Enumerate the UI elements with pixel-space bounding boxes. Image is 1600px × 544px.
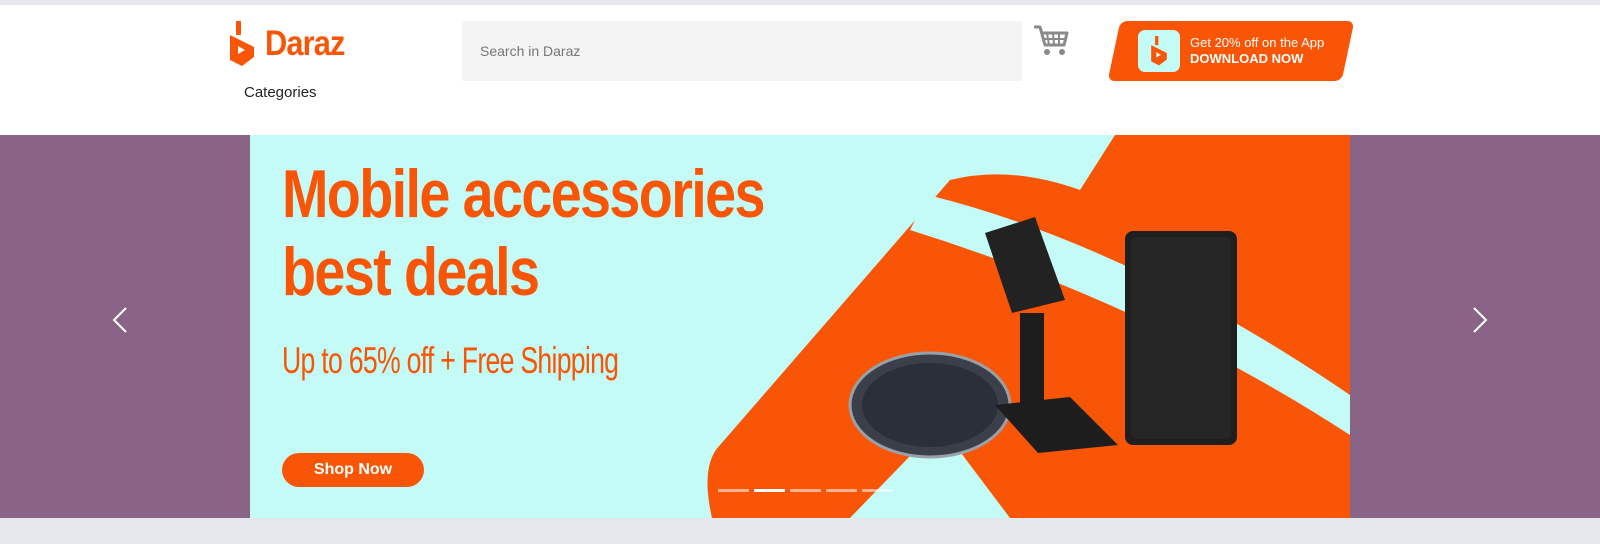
daraz-logo-icon — [230, 21, 254, 66]
carousel-dot[interactable] — [826, 489, 857, 492]
site-header: Daraz Categories Get 20% off on the App … — [0, 5, 1600, 135]
app-download-banner[interactable]: Get 20% off on the App DOWNLOAD NOW — [1102, 21, 1355, 81]
promo-subline: Up to 65% off + Free Shipping — [282, 340, 619, 381]
chevron-left-icon — [112, 307, 127, 333]
cart-button[interactable] — [1032, 23, 1070, 57]
promo-headline: Mobile accessories best deals — [282, 155, 766, 311]
page-bottom-area — [0, 518, 1600, 544]
brand-name: Daraz — [265, 24, 345, 63]
carousel-prev-button[interactable] — [105, 300, 135, 340]
hero-carousel: Mobile accessories best deals Up to 65% … — [0, 135, 1600, 518]
app-promo-line1: Get 20% off on the App — [1190, 35, 1325, 50]
carousel-slide[interactable]: Mobile accessories best deals Up to 65% … — [250, 135, 1350, 518]
shop-now-button[interactable]: Shop Now — [282, 453, 424, 487]
carousel-next-button[interactable] — [1465, 300, 1495, 340]
carousel-dot[interactable] — [754, 489, 785, 492]
headline-line2: best deals — [282, 234, 540, 310]
app-promo-text: Get 20% off on the App DOWNLOAD NOW — [1190, 35, 1324, 67]
carousel-dot[interactable] — [718, 489, 749, 492]
cart-icon — [1034, 25, 1069, 55]
search-input[interactable] — [462, 21, 1022, 81]
daraz-logo[interactable]: Daraz — [227, 21, 355, 67]
categories-menu[interactable]: Categories — [244, 84, 317, 101]
chevron-right-icon — [1473, 307, 1488, 333]
carousel-dot[interactable] — [790, 489, 821, 492]
app-promo-line2: DOWNLOAD NOW — [1190, 51, 1304, 66]
carousel-dots — [718, 489, 893, 492]
headline-line1: Mobile accessories — [282, 156, 766, 232]
carousel-dot[interactable] — [862, 489, 893, 492]
daraz-app-icon — [1138, 30, 1180, 72]
